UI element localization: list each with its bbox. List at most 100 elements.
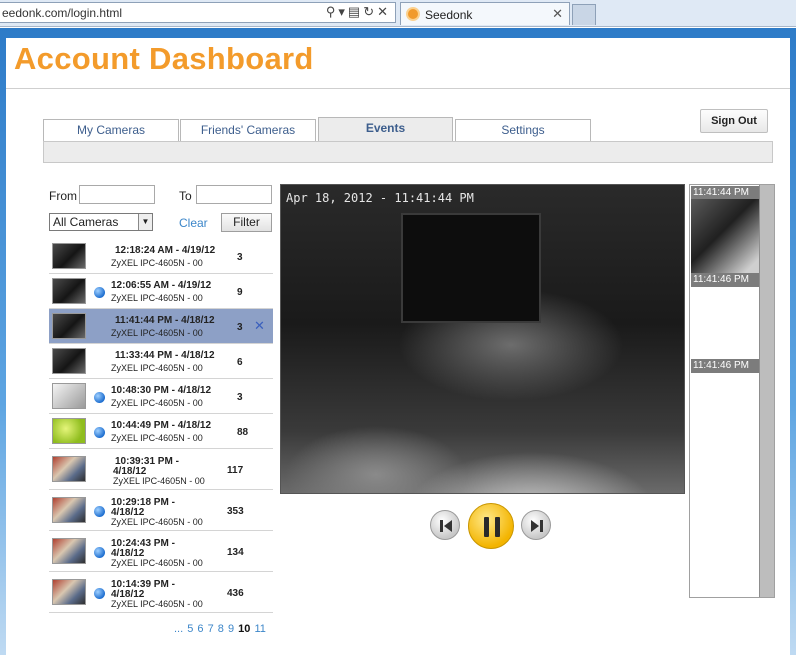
chevron-down-icon[interactable]: ▼: [138, 214, 152, 230]
event-count: 88: [237, 427, 249, 438]
tab-friends-cameras[interactable]: Friends' Cameras: [180, 119, 316, 141]
dropdown-icon[interactable]: ▾: [338, 4, 348, 19]
prev-icon: [440, 520, 452, 532]
pause-button[interactable]: [468, 503, 514, 549]
address-bar[interactable]: eedonk.com/login.html ⚲▾▤↻✕: [0, 2, 396, 23]
tab-events[interactable]: Events: [318, 117, 453, 142]
browser-tab[interactable]: Seedonk ✕: [400, 2, 570, 25]
page-link[interactable]: 11: [254, 623, 265, 635]
event-thumbnail[interactable]: [52, 418, 86, 444]
tab-my-cameras[interactable]: My Cameras: [43, 119, 179, 141]
event-thumbnail[interactable]: [52, 497, 86, 523]
event-camera: ZyXEL IPC-4605N - 00: [111, 293, 203, 303]
from-date-input[interactable]: [79, 185, 155, 204]
event-count: 9: [237, 287, 243, 298]
status-dot-icon: [94, 427, 105, 438]
event-count: 134: [227, 547, 244, 558]
search-icon[interactable]: ⚲: [326, 4, 339, 19]
event-time: 10:48:30 PM - 4/18/12: [111, 385, 212, 396]
tab-settings[interactable]: Settings: [455, 119, 591, 141]
page-current: 10: [238, 623, 251, 635]
event-camera: ZyXEL IPC-4605N - 00: [111, 517, 203, 527]
event-count: 353: [227, 506, 244, 517]
event-thumbnail[interactable]: [52, 456, 86, 482]
compat-icon[interactable]: ▤: [348, 4, 363, 19]
video-timestamp: Apr 18, 2012 - 11:41:44 PM: [286, 191, 474, 205]
remove-icon[interactable]: ✕: [254, 318, 265, 334]
event-timeline[interactable]: 11:41:44 PM 11:41:46 PM 11:41:46 PM: [689, 184, 775, 598]
browser-tab-title: Seedonk: [425, 8, 473, 22]
event-camera: ZyXEL IPC-4605N - 00: [111, 558, 203, 568]
camera-select[interactable]: All Cameras ▼: [49, 213, 153, 231]
list-item-selected[interactable]: 11:41:44 PM - 4/18/12 ZyXEL IPC-4605N - …: [49, 309, 273, 344]
page-link[interactable]: 6: [197, 623, 203, 635]
event-camera: ZyXEL IPC-4605N - 00: [111, 258, 203, 268]
event-camera: ZyXEL IPC-4605N - 00: [111, 363, 203, 373]
refresh-icon[interactable]: ↻: [363, 4, 377, 19]
list-item[interactable]: 10:24:43 PM - 4/18/12 ZyXEL IPC-4605N - …: [49, 531, 273, 572]
status-dot-icon: [94, 506, 105, 517]
new-tab-button[interactable]: [572, 4, 596, 25]
event-time: 12:18:24 AM - 4/19/12: [115, 245, 216, 256]
tab-content-strip: [43, 141, 773, 163]
sign-out-button[interactable]: Sign Out: [700, 109, 768, 133]
event-camera: ZyXEL IPC-4605N - 00: [111, 599, 203, 609]
stop-icon[interactable]: ✕: [377, 4, 391, 19]
previous-button[interactable]: [430, 510, 460, 540]
event-camera: ZyXEL IPC-4605N - 00: [111, 433, 203, 443]
event-count: 436: [227, 588, 244, 599]
event-camera: ZyXEL IPC-4605N - 00: [111, 328, 203, 338]
list-item[interactable]: 10:44:49 PM - 4/18/12 ZyXEL IPC-4605N - …: [49, 414, 273, 449]
event-thumbnail[interactable]: [52, 383, 86, 409]
pagination-ellipsis[interactable]: ...: [174, 623, 183, 635]
list-item[interactable]: 11:33:44 PM - 4/18/12 ZyXEL IPC-4605N - …: [49, 344, 273, 379]
address-text[interactable]: eedonk.com/login.html: [2, 6, 122, 20]
timeline-scrollbar[interactable]: [759, 185, 774, 597]
next-icon: [531, 520, 543, 532]
event-camera: ZyXEL IPC-4605N - 00: [111, 398, 203, 408]
timeline-entry[interactable]: 11:41:46 PM: [691, 273, 759, 287]
event-count: 3: [237, 392, 243, 403]
event-time: 10:44:49 PM - 4/18/12: [111, 420, 212, 431]
pause-icon: [484, 517, 500, 537]
video-player[interactable]: Apr 18, 2012 - 11:41:44 PM: [280, 184, 685, 494]
clear-link[interactable]: Clear: [179, 216, 208, 230]
event-thumbnail[interactable]: [52, 538, 86, 564]
timeline-entry[interactable]: 11:41:46 PM: [691, 359, 759, 373]
camera-select-value: All Cameras: [53, 215, 119, 229]
event-thumbnail[interactable]: [52, 278, 86, 304]
list-item[interactable]: 10:48:30 PM - 4/18/12 ZyXEL IPC-4605N - …: [49, 379, 273, 414]
timeline-entry[interactable]: 11:41:44 PM: [691, 186, 759, 200]
filter-button[interactable]: Filter: [221, 213, 272, 232]
event-time: 12:06:55 AM - 4/19/12: [111, 280, 212, 291]
timeline-thumbnail[interactable]: [691, 199, 759, 273]
from-label: From: [49, 189, 77, 203]
event-thumbnail[interactable]: [52, 579, 86, 605]
to-label: To: [179, 189, 192, 203]
status-dot-icon: [94, 287, 105, 298]
page-link[interactable]: 9: [228, 623, 234, 635]
to-date-input[interactable]: [196, 185, 272, 204]
status-dot-icon: [94, 392, 105, 403]
event-count: 117: [227, 465, 244, 476]
event-thumbnail[interactable]: [52, 313, 86, 339]
status-dot-icon: [94, 588, 105, 599]
list-item[interactable]: 10:14:39 PM - 4/18/12 ZyXEL IPC-4605N - …: [49, 572, 273, 613]
list-item[interactable]: 12:18:24 AM - 4/19/12 ZyXEL IPC-4605N - …: [49, 239, 273, 274]
event-count: 3: [237, 252, 243, 263]
event-camera: ZyXEL IPC-4605N - 00: [113, 476, 205, 486]
page-link[interactable]: 8: [218, 623, 224, 635]
next-button[interactable]: [521, 510, 551, 540]
page-link[interactable]: 5: [187, 623, 193, 635]
event-count: 6: [237, 357, 243, 368]
event-thumbnail[interactable]: [52, 243, 86, 269]
close-icon[interactable]: ✕: [552, 6, 563, 22]
page-link[interactable]: 7: [208, 623, 214, 635]
event-thumbnail[interactable]: [52, 348, 86, 374]
list-item[interactable]: 10:29:18 PM - 4/18/12 ZyXEL IPC-4605N - …: [49, 490, 273, 531]
list-item[interactable]: 10:39:31 PM - 4/18/12 ZyXEL IPC-4605N - …: [49, 449, 273, 490]
title-divider: [6, 88, 790, 89]
page-title: Account Dashboard: [14, 41, 314, 76]
list-item[interactable]: 12:06:55 AM - 4/19/12 ZyXEL IPC-4605N - …: [49, 274, 273, 309]
status-dot-icon: [94, 547, 105, 558]
